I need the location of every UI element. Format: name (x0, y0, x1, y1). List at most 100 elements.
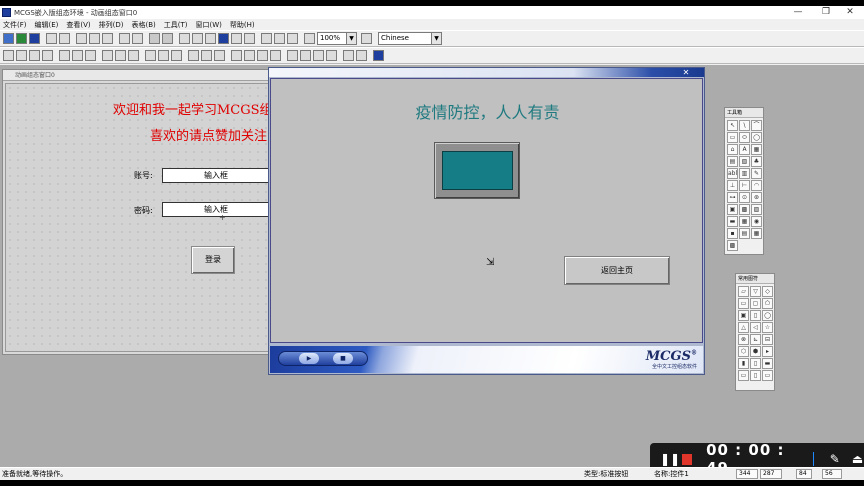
align-icon[interactable] (102, 50, 113, 61)
group-icon[interactable] (287, 50, 298, 61)
pen-icon[interactable]: ✎ (828, 452, 841, 466)
tool-icon[interactable] (261, 33, 272, 44)
group-icon[interactable] (313, 50, 324, 61)
toolbox-tool-icon[interactable]: ▦ (751, 228, 762, 239)
menu-help[interactable]: 帮助(H) (230, 20, 255, 30)
menu-edit[interactable]: 编辑(E) (35, 20, 59, 30)
shape-tool-icon[interactable]: △ (738, 322, 749, 333)
toolbox-tool-icon[interactable]: A (739, 144, 750, 155)
align-icon[interactable] (214, 50, 225, 61)
toolbox-tool-icon[interactable]: ▦ (739, 216, 750, 227)
menu-file[interactable]: 文件(F) (3, 20, 27, 30)
tool-icon[interactable] (218, 33, 229, 44)
shape-tool-icon[interactable]: ⊗ (738, 334, 749, 345)
align-icon[interactable] (72, 50, 83, 61)
preview-icon[interactable] (59, 33, 70, 44)
play-icon[interactable]: ▶ (299, 353, 319, 364)
open-icon[interactable] (16, 33, 27, 44)
grid-icon[interactable] (373, 50, 384, 61)
shape-tool-icon[interactable]: ◇ (762, 286, 773, 297)
minimize-button[interactable]: — (784, 6, 812, 19)
toolbox-tool-icon[interactable]: ▩ (739, 204, 750, 215)
toolbox-tool-icon[interactable]: ⊙ (739, 192, 750, 203)
tool-icon[interactable] (244, 33, 255, 44)
design-canvas[interactable]: 欢迎和我一起学习MCGS组态 喜欢的请点赞加关注 账号: 输入框 密码: 输入框… (5, 83, 283, 352)
menu-window[interactable]: 窗口(W) (196, 20, 222, 30)
zoom-select[interactable]: 100% ▼ (317, 32, 357, 45)
welcome-line-1[interactable]: 欢迎和我一起学习MCGS组态 (113, 99, 282, 118)
design-window[interactable]: 动画组态窗口0 欢迎和我一起学习MCGS组态 喜欢的请点赞加关注 账号: 输入框… (2, 69, 286, 355)
pause-icon[interactable]: ❚❚ (660, 452, 680, 466)
tool-icon[interactable] (149, 33, 160, 44)
toolbox-tool-icon[interactable]: ▤ (727, 156, 738, 167)
shape-tool-icon[interactable]: ▣ (738, 310, 749, 321)
shape-tool-icon[interactable]: ▢ (750, 298, 761, 309)
toolbox-tool-icon[interactable]: ♣ (751, 156, 762, 167)
align-icon[interactable] (201, 50, 212, 61)
toolbox-tool-icon[interactable]: ✎ (751, 168, 762, 179)
toolbox-tool-icon[interactable]: ▣ (727, 204, 738, 215)
stop-record-icon[interactable] (682, 453, 693, 465)
login-button[interactable]: 登录 (191, 246, 235, 274)
shape-tool-icon[interactable]: ▭ (738, 298, 749, 309)
toolbox-tool-icon[interactable]: ⊶ (727, 192, 738, 203)
shape-tool-icon[interactable]: ☆ (762, 322, 773, 333)
menu-view[interactable]: 查看(V) (66, 20, 90, 30)
toolbox-tool-icon[interactable]: ⌂ (727, 144, 738, 155)
shape-tool-icon[interactable]: ▯ (750, 310, 761, 321)
paste-icon[interactable] (102, 33, 113, 44)
group-icon[interactable] (326, 50, 337, 61)
toolbox-tool-icon[interactable]: \ (739, 120, 750, 131)
toolbox-tool-icon[interactable]: ▭ (727, 132, 738, 143)
toolbox-tool-icon[interactable]: ⊛ (751, 192, 762, 203)
return-home-button[interactable]: 返回主页 (564, 256, 670, 285)
toolbox-panel[interactable]: 工具箱 ↖ \ ⌒ ▭ ⬭ ◯ ⌂ A ▦ ▤ ▧ ♣ abl ▥ ✎ ⊥ ⊢ ◠ ⊶ ⊙ ⊛ ▣ ▩ ▨ ▬ ▦ ◉ ▪ ▤ ▦ ▩ (724, 107, 764, 255)
toolbox-tool-icon[interactable]: ◯ (751, 132, 762, 143)
toolbox-tool-icon[interactable]: ▥ (739, 168, 750, 179)
shape-tool-icon[interactable]: ⬢ (750, 346, 761, 357)
shape-tool-icon[interactable]: ▯ (750, 370, 761, 381)
shape-tool-icon[interactable]: ▱ (738, 286, 749, 297)
new-icon[interactable] (3, 33, 14, 44)
menu-table[interactable]: 表格(B) (132, 20, 156, 30)
tool-icon[interactable] (192, 33, 203, 44)
close-icon[interactable]: ✕ (680, 68, 692, 77)
shape-tool-icon[interactable]: ⬡ (738, 346, 749, 357)
align-icon[interactable] (188, 50, 199, 61)
align-icon[interactable] (257, 50, 268, 61)
toolbox-tool-icon[interactable]: ⌒ (751, 120, 762, 131)
align-icon[interactable] (128, 50, 139, 61)
toolbox-tool-icon[interactable]: ▪ (727, 228, 738, 239)
menu-tools[interactable]: 工具(T) (164, 20, 188, 30)
shape-tool-icon[interactable]: ▬ (762, 358, 773, 369)
shape-tool-icon[interactable]: ▭ (738, 370, 749, 381)
password-input[interactable]: 输入框 (162, 202, 270, 217)
align-icon[interactable] (171, 50, 182, 61)
shape-tool-icon[interactable]: ⊟ (762, 334, 773, 345)
redo-icon[interactable] (132, 33, 143, 44)
shape-tool-icon[interactable]: ▭ (762, 370, 773, 381)
shapes-panel[interactable]: 常用图符 ▱ ▽ ◇ ▭ ▢ ⬠ ▣ ▯ ◯ △ ◁ ☆ ⊗ ⊾ ⊟ ⬡ ⬢ ▸ ▮ ▯ ▬ ▭ ▯ ▭ (735, 273, 775, 391)
shape-tool-icon[interactable]: ◁ (750, 322, 761, 333)
tool-icon[interactable] (231, 33, 242, 44)
toolbox-tool-icon[interactable]: ⊢ (739, 180, 750, 191)
align-icon[interactable] (3, 50, 14, 61)
tool-icon[interactable] (205, 33, 216, 44)
shape-tool-icon[interactable]: ▽ (750, 286, 761, 297)
cut-icon[interactable] (76, 33, 87, 44)
toolbox-tool-icon[interactable]: ⬭ (739, 132, 750, 143)
toolbox-tool-icon[interactable]: ▤ (739, 228, 750, 239)
toolbox-tool-icon[interactable]: ▩ (727, 240, 738, 251)
save-icon[interactable] (29, 33, 40, 44)
toolbox-tool-icon[interactable]: ◠ (751, 180, 762, 191)
toolbox-tool-icon[interactable]: ⊥ (727, 180, 738, 191)
shape-tool-icon[interactable]: ▸ (762, 346, 773, 357)
group-icon[interactable] (300, 50, 311, 61)
account-input[interactable]: 输入框 (162, 168, 270, 183)
undo-icon[interactable] (119, 33, 130, 44)
align-icon[interactable] (231, 50, 242, 61)
language-select[interactable]: Chinese ▼ (378, 32, 442, 45)
align-icon[interactable] (115, 50, 126, 61)
tool-icon[interactable] (274, 33, 285, 44)
toolbox-tool-icon[interactable]: ▧ (739, 156, 750, 167)
